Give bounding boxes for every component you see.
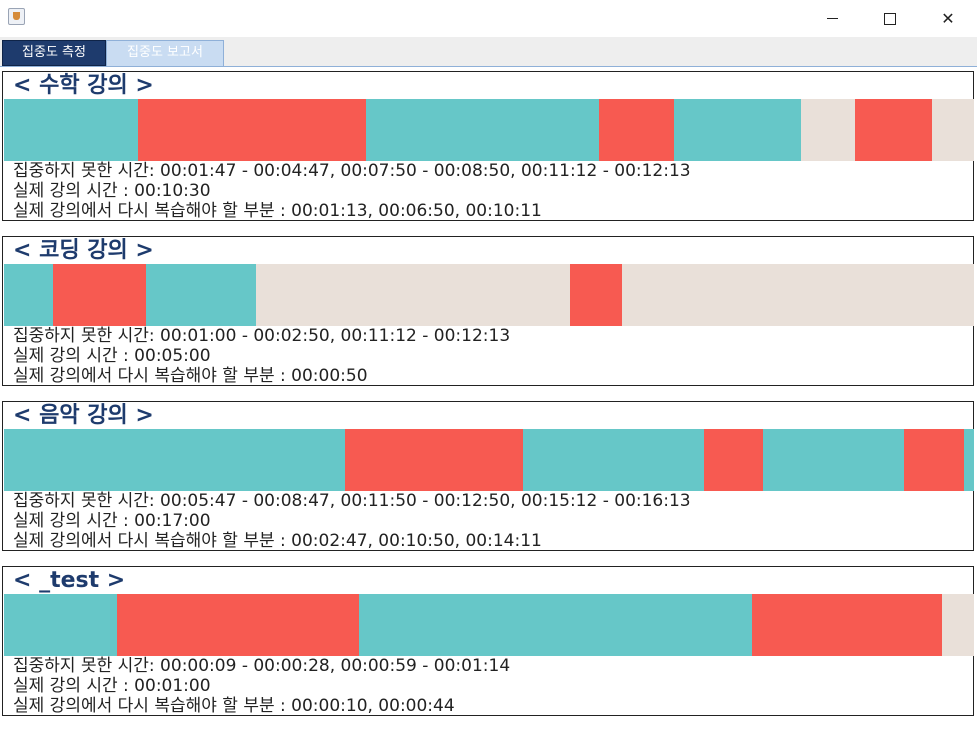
review-points-text: 실제 강의에서 다시 복습해야 할 부분 : 00:00:10, 00:00:4…	[13, 696, 455, 716]
lecture-title: < 음악 강의 >	[13, 403, 154, 428]
timeline-segment-none	[622, 264, 974, 326]
timeline-segment-focused	[4, 264, 53, 326]
timeline-segment-none	[932, 99, 974, 161]
timeline-segment-focused	[4, 99, 138, 161]
lecture-duration-text: 실제 강의 시간 : 00:01:00	[13, 676, 211, 696]
tab-bar: 집중도 측정 집중도 보고서	[0, 37, 977, 66]
lecture-title: < 코딩 강의 >	[13, 238, 154, 263]
minimize-button[interactable]	[803, 0, 861, 37]
java-app-icon	[8, 8, 25, 25]
unfocused-times-text: 집중하지 못한 시간: 00:05:47 - 00:08:47, 00:11:5…	[13, 491, 691, 511]
timeline-segment-unfocused	[570, 264, 622, 326]
lecture-info: 집중하지 못한 시간: 00:00:09 - 00:00:28, 00:00:5…	[13, 656, 963, 716]
lecture-title: < _test >	[13, 568, 126, 593]
timeline-segment-focused	[4, 594, 117, 656]
timeline-segment-unfocused	[138, 99, 366, 161]
unfocused-times-text: 집중하지 못한 시간: 00:01:47 - 00:04:47, 00:07:5…	[13, 161, 691, 181]
lecture-duration-text: 실제 강의 시간 : 00:10:30	[13, 181, 211, 201]
focus-timeline-bar	[4, 264, 974, 326]
report-content: < 수학 강의 > 집중하지 못한 시간: 00:01:47 - 00:04:4…	[0, 66, 977, 737]
lecture-duration-text: 실제 강의 시간 : 00:17:00	[13, 511, 211, 531]
lecture-info: 집중하지 못한 시간: 00:01:47 - 00:04:47, 00:07:5…	[13, 161, 963, 221]
timeline-segment-none	[256, 264, 570, 326]
lecture-panel-math: < 수학 강의 > 집중하지 못한 시간: 00:01:47 - 00:04:4…	[2, 71, 974, 221]
maximize-icon	[884, 12, 896, 25]
timeline-segment-unfocused	[345, 429, 523, 491]
timeline-segment-none	[942, 594, 974, 656]
unfocused-times-text: 집중하지 못한 시간: 00:00:09 - 00:00:28, 00:00:5…	[13, 656, 511, 676]
timeline-segment-unfocused	[53, 264, 146, 326]
timeline-segment-none	[801, 99, 855, 161]
timeline-segment-unfocused	[704, 429, 763, 491]
timeline-segment-focused	[763, 429, 904, 491]
timeline-segment-unfocused	[599, 99, 674, 161]
focus-timeline-bar	[4, 429, 974, 491]
timeline-segment-unfocused	[904, 429, 964, 491]
title-bar: ✕	[0, 0, 977, 37]
timeline-segment-focused	[359, 594, 752, 656]
timeline-segment-focused	[146, 264, 256, 326]
review-points-text: 실제 강의에서 다시 복습해야 할 부분 : 00:00:50	[13, 366, 368, 386]
lecture-panel-coding: < 코딩 강의 > 집중하지 못한 시간: 00:01:00 - 00:02:5…	[2, 236, 974, 386]
focus-timeline-bar	[4, 594, 974, 656]
unfocused-times-text: 집중하지 못한 시간: 00:01:00 - 00:02:50, 00:11:1…	[13, 326, 511, 346]
timeline-segment-unfocused	[117, 594, 359, 656]
timeline-segment-unfocused	[752, 594, 942, 656]
maximize-button[interactable]	[861, 0, 919, 37]
review-points-text: 실제 강의에서 다시 복습해야 할 부분 : 00:01:13, 00:06:5…	[13, 201, 542, 221]
tab-focus-measure[interactable]: 집중도 측정	[2, 40, 106, 66]
lecture-info: 집중하지 못한 시간: 00:05:47 - 00:08:47, 00:11:5…	[13, 491, 963, 551]
focus-timeline-bar	[4, 99, 974, 161]
review-points-text: 실제 강의에서 다시 복습해야 할 부분 : 00:02:47, 00:10:5…	[13, 531, 542, 551]
timeline-segment-focused	[366, 99, 599, 161]
lecture-panel-music: < 음악 강의 > 집중하지 못한 시간: 00:05:47 - 00:08:4…	[2, 401, 974, 551]
timeline-segment-focused	[4, 429, 345, 491]
lecture-info: 집중하지 못한 시간: 00:01:00 - 00:02:50, 00:11:1…	[13, 326, 963, 386]
minimize-icon	[826, 18, 838, 19]
lecture-duration-text: 실제 강의 시간 : 00:05:00	[13, 346, 211, 366]
timeline-segment-focused	[523, 429, 704, 491]
tab-focus-report[interactable]: 집중도 보고서	[106, 40, 224, 66]
close-icon: ✕	[941, 9, 955, 28]
timeline-segment-focused	[674, 99, 801, 161]
close-button[interactable]: ✕	[919, 0, 977, 37]
timeline-segment-focused	[964, 429, 974, 491]
lecture-panel-test: < _test > 집중하지 못한 시간: 00:00:09 - 00:00:2…	[2, 566, 974, 716]
timeline-segment-unfocused	[855, 99, 932, 161]
lecture-title: < 수학 강의 >	[13, 73, 154, 98]
